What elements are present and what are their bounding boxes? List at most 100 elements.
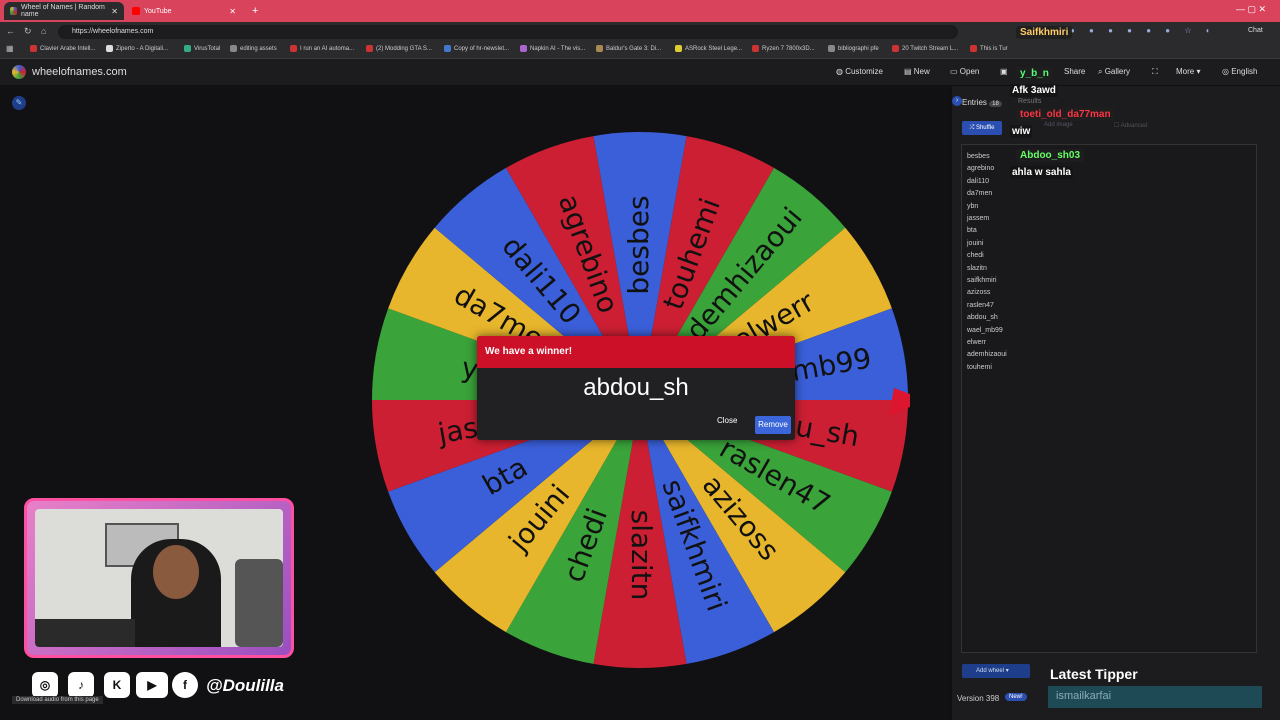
save-icon[interactable]: ▣ xyxy=(1000,67,1008,76)
chat-username: Abdoo_sh03 xyxy=(1016,149,1085,162)
share-button[interactable]: Share xyxy=(1064,67,1085,76)
bookmark-item[interactable]: Napkin AI - The vis... xyxy=(520,45,585,52)
list-item: elwerr xyxy=(967,339,987,346)
list-item: jouini xyxy=(967,240,984,247)
checkbox-icon: ☐ xyxy=(1114,123,1121,129)
gallery-button[interactable]: ⌕ Gallery xyxy=(1098,67,1130,77)
fullscreen-icon[interactable]: ⛶ xyxy=(1152,67,1158,77)
window-controls[interactable]: — ▢ ✕ xyxy=(1236,4,1266,15)
download-audio-bar[interactable]: Download audio from this page xyxy=(12,696,103,704)
more-button[interactable]: More ▾ xyxy=(1176,67,1200,76)
list-item: agrebino xyxy=(967,165,995,172)
new-badge: New! xyxy=(1005,693,1027,701)
close-button[interactable]: Close xyxy=(717,416,737,425)
bookmark-item[interactable]: Baldur's Gate 3: Di... xyxy=(596,45,661,52)
facebook-icon: f xyxy=(172,672,198,698)
close-tab-icon[interactable]: ✕ xyxy=(111,7,118,16)
youtube-icon: ▶ xyxy=(136,672,168,698)
list-item: dali110 xyxy=(967,178,990,185)
palette-icon: ◍ xyxy=(836,67,846,76)
list-item: bta xyxy=(967,227,977,234)
tab-youtube[interactable]: YouTube ✕ xyxy=(126,2,242,20)
back-icon[interactable]: ← xyxy=(6,26,15,36)
kick-icon: K xyxy=(104,672,130,698)
list-item: besbes xyxy=(967,153,990,160)
version-label: Version 398 xyxy=(957,694,1000,703)
bookmark-item[interactable]: Copy of hr-newslet... xyxy=(444,45,509,52)
bookmark-item[interactable]: 20 Twitch Stream L... xyxy=(892,45,958,52)
bookmark-item[interactable]: I run an AI automa... xyxy=(290,45,354,52)
youtube-favicon-icon xyxy=(132,7,140,15)
add-image-button[interactable]: Add image xyxy=(1044,122,1073,128)
bookmark-item[interactable]: bibliographi pfe xyxy=(828,45,879,52)
desk xyxy=(35,619,135,647)
list-item: jassem xyxy=(967,215,990,222)
list-item: azizoss xyxy=(967,289,991,296)
browser-tab-bar: Wheel of Names | Random name ✕ YouTube ✕… xyxy=(0,0,1280,22)
site-title[interactable]: wheelofnames.com xyxy=(32,66,127,78)
bookmark-item[interactable]: Ziperto - A Digitali... xyxy=(106,45,168,52)
bookmarks-bar: ▦ Clavier Arabe Intell... Ziperto - A Di… xyxy=(0,42,1280,59)
apps-icon[interactable]: ▦ xyxy=(6,44,14,53)
chat-username: y_b_n xyxy=(1016,67,1053,80)
chat-username: toeti_old_da77man xyxy=(1016,108,1115,121)
language-button[interactable]: ◎ English xyxy=(1222,67,1257,76)
streamer-face xyxy=(153,545,199,599)
chat-button[interactable]: Chat xyxy=(1248,27,1263,34)
home-icon[interactable]: ⌂ xyxy=(41,26,46,36)
bookmark-item[interactable]: Clavier Arabe Intell... xyxy=(30,45,95,52)
wheel-slice-label: besbes xyxy=(622,195,655,294)
sidebar: › Entries 18 Results ⤮ Shuffle Add image… xyxy=(952,86,1280,720)
list-item: saifkhmiri xyxy=(967,277,997,284)
wheel-favicon-icon xyxy=(10,7,17,15)
list-item: da7men xyxy=(967,190,993,197)
bookmark-item[interactable]: (2) Modding GTA S... xyxy=(366,45,432,52)
new-tab-button[interactable]: + xyxy=(246,2,264,20)
tab-results[interactable]: Results xyxy=(1018,98,1041,105)
advanced-checkbox[interactable]: ☐ Advanced xyxy=(1114,122,1147,129)
list-item: ademhizaoui xyxy=(967,351,1007,358)
chevron-down-icon: ▾ xyxy=(1004,668,1009,674)
latest-tipper-name: ismailkarfai xyxy=(1048,686,1262,708)
edit-pencil-icon[interactable]: ✎ xyxy=(12,96,26,110)
customize-button[interactable]: ◍ Customize xyxy=(836,67,883,76)
shuffle-button[interactable]: ⤮ Shuffle xyxy=(962,121,1002,135)
entries-count-badge: 18 xyxy=(989,101,1002,107)
wheel-logo-icon[interactable] xyxy=(12,65,26,79)
tab-label: YouTube xyxy=(144,7,172,15)
bookmark-item[interactable]: editing assets xyxy=(230,45,277,52)
latest-tipper-title: Latest Tipper xyxy=(1050,666,1138,682)
remove-button[interactable]: Remove xyxy=(755,416,791,434)
tab-wheel-of-names[interactable]: Wheel of Names | Random name ✕ xyxy=(4,2,124,20)
webcam-video xyxy=(35,509,283,647)
close-tab-icon[interactable]: ✕ xyxy=(229,7,236,16)
add-wheel-button[interactable]: Add wheel ▾ xyxy=(962,664,1030,678)
chevron-down-icon: ▾ xyxy=(1194,67,1201,76)
streamer-handle: @Doulilla xyxy=(206,676,284,695)
open-button[interactable]: ▭ Open xyxy=(950,67,979,76)
new-button[interactable]: ▤ New xyxy=(904,67,930,76)
extension-icons[interactable]: ● ● ● ● ● ● ☆ ◐ xyxy=(1070,26,1217,35)
list-item: slazitn xyxy=(967,265,987,272)
bookmark-item[interactable]: Ryzen 7 7800x3D... xyxy=(752,45,815,52)
address-bar-row: ← ↻ ⌂ https://wheelofnames.com ● ● ● ● ●… xyxy=(0,22,1280,42)
chat-message: wiw xyxy=(1010,125,1033,138)
chair xyxy=(235,559,283,647)
list-item: chedi xyxy=(967,252,984,259)
reload-icon[interactable]: ↻ xyxy=(24,26,32,37)
tab-entries[interactable]: Entries 18 xyxy=(962,98,1002,107)
site-header: wheelofnames.com ◍ Customize ▤ New ▭ Ope… xyxy=(0,59,1280,85)
winner-dialog: We have a winner! abdou_sh Close Remove xyxy=(477,336,795,440)
bookmark-item[interactable]: VirusTotal xyxy=(184,45,220,52)
folder-icon: ▭ xyxy=(950,67,960,76)
collapse-sidebar-icon[interactable]: › xyxy=(952,96,962,106)
webcam-frame xyxy=(24,498,294,658)
list-item: raslen47 xyxy=(967,302,994,309)
tiktok-icon: ♪ xyxy=(68,672,94,698)
file-icon: ▤ xyxy=(904,67,914,76)
tab-label: Wheel of Names | Random name xyxy=(20,4,105,18)
entries-textarea[interactable]: besbes agrebino dali110 da7men ybn jasse… xyxy=(961,144,1257,653)
bookmark-item[interactable]: This is Tur xyxy=(970,45,1008,52)
bookmark-item[interactable]: ASRock Steel Lege... xyxy=(675,45,742,52)
url-input[interactable]: https://wheelofnames.com xyxy=(58,25,958,39)
